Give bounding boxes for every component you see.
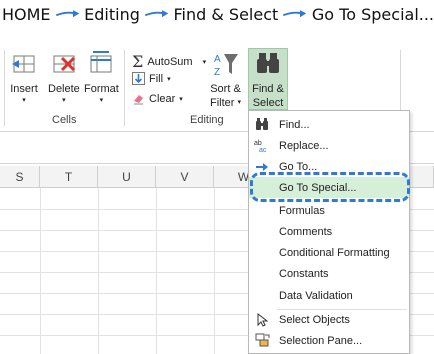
format-label: Format <box>84 83 119 95</box>
delete-button[interactable]: Delete ▾ <box>48 50 80 104</box>
menu-item-select-objects[interactable]: Select Objects <box>249 309 409 330</box>
chevron-down-icon: ▾ <box>202 58 207 66</box>
svg-text:Z: Z <box>214 67 220 78</box>
insert-cells-icon <box>12 55 35 73</box>
fill-button[interactable]: Fill ▾ <box>132 72 171 85</box>
clear-label: Clear <box>149 92 176 105</box>
group-separator <box>124 50 125 126</box>
menu-item-label: Find... <box>279 118 310 131</box>
replace-icon: abac <box>254 140 267 153</box>
menu-item-label: Formulas <box>279 204 325 217</box>
chevron-down-icon: ▾ <box>99 97 104 104</box>
menu-item-replace[interactable]: ab ac Replace... <box>249 135 409 156</box>
menu-item-formulas[interactable]: Formulas <box>249 200 409 221</box>
column-header[interactable]: U <box>98 166 156 188</box>
menu-item-label: Conditional Formatting <box>279 246 390 259</box>
chevron-down-icon: ▾ <box>62 97 66 104</box>
format-button[interactable]: Format ▾ <box>84 50 119 104</box>
format-cells-icon <box>90 51 112 73</box>
sigma-icon: Σ <box>132 52 144 71</box>
chevron-down-icon: ▾ <box>22 97 26 104</box>
highlight-dashed-outline <box>250 172 410 202</box>
menu-item-label: Selection Pane... <box>279 334 363 347</box>
svg-text:A: A <box>214 54 221 65</box>
grid-line <box>98 188 99 354</box>
column-header[interactable]: T <box>40 166 98 188</box>
column-header[interactable]: V <box>156 166 214 188</box>
breadcrumb-step-editing: Editing <box>84 4 140 24</box>
chevron-down-icon: ▾ <box>237 99 242 107</box>
grid-line <box>156 188 157 354</box>
sort-filter-button[interactable]: AZ Sort & Filter ▾ <box>210 50 241 110</box>
sort-filter-label-2: Filter <box>210 97 235 109</box>
autosum-button[interactable]: Σ AutoSum ▾ <box>132 52 206 71</box>
menu-item-label: Replace... <box>279 139 329 152</box>
fill-label: Fill <box>149 72 164 85</box>
autosum-label: AutoSum <box>147 55 193 68</box>
fill-down-icon <box>132 72 145 85</box>
find-select-label-2: Select <box>252 97 284 109</box>
menu-item-label: Select Objects <box>279 313 350 326</box>
menu-item-data-validation[interactable]: Data Validation <box>249 285 409 306</box>
insert-button[interactable]: Insert ▾ <box>10 50 38 104</box>
breadcrumb-step-go-to-special: Go To Special... <box>311 4 434 24</box>
binoculars-icon <box>256 118 268 130</box>
menu-item-label: Go To... <box>279 160 318 173</box>
svg-text:ac: ac <box>259 147 267 153</box>
sort-filter-label-1: Sort & <box>210 83 241 95</box>
grid-line <box>214 188 215 354</box>
arrow-right-icon <box>55 10 79 18</box>
cells-group-label: Cells <box>52 114 77 126</box>
grid-line <box>40 188 41 354</box>
insert-label: Insert <box>10 83 38 95</box>
delete-cells-icon <box>53 55 75 73</box>
arrow-right-icon <box>256 162 268 171</box>
menu-item-label: Data Validation <box>279 289 353 302</box>
menu-item-find[interactable]: Find... <box>249 114 409 135</box>
find-select-label-1: Find & <box>252 83 284 95</box>
breadcrumb-step-home: HOME <box>2 4 51 24</box>
menu-item-label: Comments <box>279 225 333 238</box>
group-separator <box>4 50 5 126</box>
arrow-right-icon <box>283 10 307 18</box>
column-header[interactable]: S <box>0 166 40 188</box>
breadcrumb-step-find-select: Find & Select <box>173 4 279 24</box>
editing-group-label: Editing <box>190 114 224 126</box>
menu-item-conditional-formatting[interactable]: Conditional Formatting <box>249 242 409 263</box>
chevron-down-icon: ▾ <box>167 75 171 83</box>
eraser-icon <box>134 95 143 105</box>
clear-button[interactable]: Clear ▾ <box>132 92 183 105</box>
menu-item-constants[interactable]: Constants <box>249 263 409 284</box>
breadcrumb: HOME Editing Find & Select Go To Special… <box>0 0 434 28</box>
binoculars-icon <box>257 53 279 73</box>
arrow-right-icon <box>144 10 169 18</box>
svg-text:ab: ab <box>254 140 262 147</box>
chevron-down-icon: ▾ <box>179 95 183 103</box>
sort-filter-icon: AZ <box>214 54 238 78</box>
find-select-menu: Find... ab ac Replace... Go To... Go To S… <box>248 110 410 354</box>
menu-item-selection-pane[interactable]: Selection Pane... <box>249 330 409 351</box>
menu-item-label: Constants <box>279 267 329 280</box>
menu-item-comments[interactable]: Comments <box>249 221 409 242</box>
selection-pane-icon <box>255 333 269 347</box>
delete-label: Delete <box>48 83 80 95</box>
pointer-icon <box>257 312 268 327</box>
